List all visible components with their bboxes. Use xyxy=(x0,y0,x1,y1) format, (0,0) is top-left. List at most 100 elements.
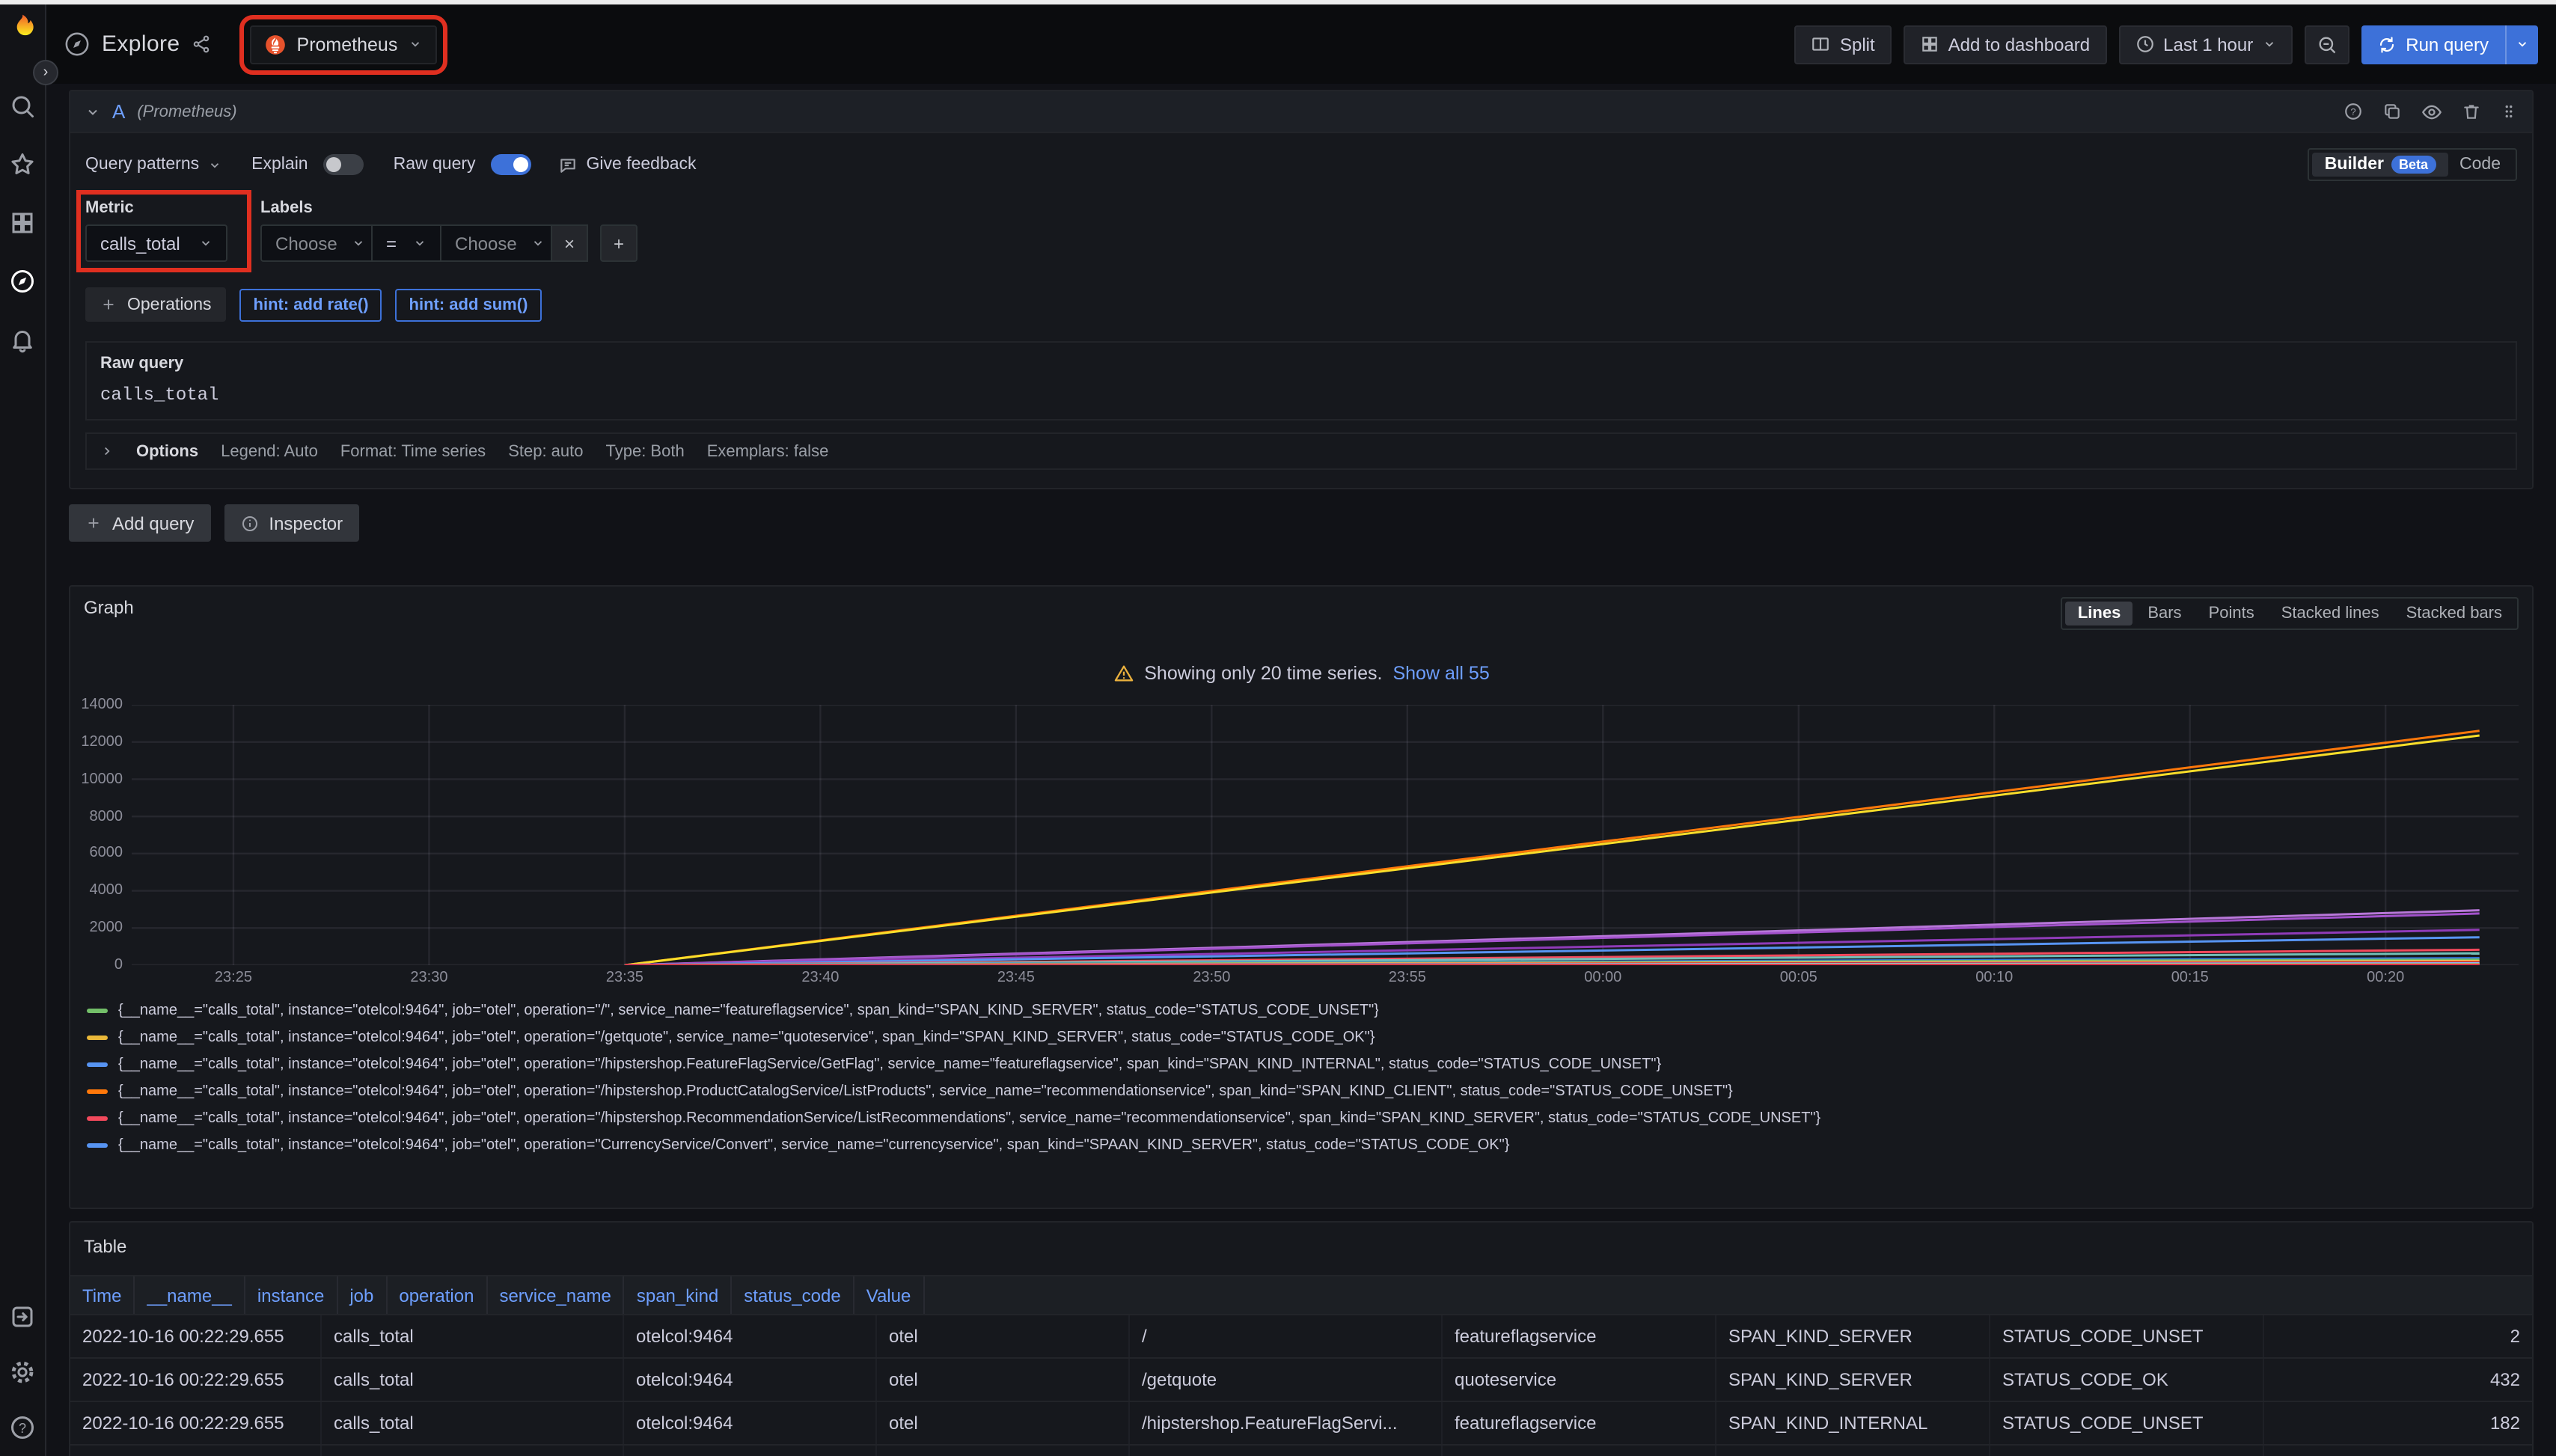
search-icon[interactable] xyxy=(9,93,36,120)
chevron-down-icon xyxy=(408,37,421,51)
datasource-picker[interactable]: Prometheus xyxy=(251,25,437,64)
table-column-header[interactable]: status_code xyxy=(732,1276,854,1314)
legend-series-marker xyxy=(87,1116,108,1120)
query-options-row[interactable]: Options Legend: Auto Format: Time series S… xyxy=(85,432,2517,470)
dashboards-icon[interactable] xyxy=(9,209,36,236)
graph-style-option[interactable]: Lines xyxy=(2066,602,2132,625)
time-range-picker[interactable]: Last 1 hour xyxy=(2118,25,2292,64)
graph-style-option[interactable]: Bars xyxy=(2135,602,2193,625)
table-column-header[interactable]: __name__ xyxy=(135,1276,245,1314)
table-column-header[interactable]: instance xyxy=(245,1276,337,1314)
label-value-select[interactable]: Choose xyxy=(440,224,551,262)
prometheus-logo-icon xyxy=(266,34,287,55)
legend-series-label: {__name__="calls_total", instance="otelc… xyxy=(118,1029,1375,1045)
hide-query-eye-icon[interactable] xyxy=(2421,101,2442,122)
time-series-chart[interactable]: 02000400060008000100001200014000 23:2523… xyxy=(84,705,2519,989)
cell-value: 182 xyxy=(2264,1402,2532,1444)
give-feedback-link[interactable]: Give feedback xyxy=(558,155,697,174)
query-ref-id[interactable]: A xyxy=(112,100,125,123)
svg-text:?: ? xyxy=(19,1421,26,1436)
table-row[interactable]: 2022-10-16 00:22:29.655 calls_total otel… xyxy=(70,1359,2532,1402)
series-limit-warning: Showing only 20 time series. Show all 55 xyxy=(84,663,2519,684)
query-help-icon[interactable]: ? xyxy=(2343,102,2363,121)
query-datasource-hint: (Prometheus) xyxy=(137,103,236,120)
cell-job: otel xyxy=(877,1446,1130,1456)
add-operation-button[interactable]: Operations xyxy=(85,287,227,322)
sign-in-icon[interactable] xyxy=(9,1303,36,1330)
graph-style-option[interactable]: Stacked bars xyxy=(2394,602,2514,625)
table-column-header[interactable]: span_kind xyxy=(625,1276,732,1314)
settings-gear-icon[interactable] xyxy=(9,1359,36,1386)
legend-item[interactable]: {__name__="calls_total", instance="otelc… xyxy=(87,997,2519,1024)
label-name-select[interactable]: Choose xyxy=(260,224,371,262)
labels-label: Labels xyxy=(260,199,638,217)
graph-style-option[interactable]: Stacked lines xyxy=(2269,602,2391,625)
graph-style-option[interactable]: Points xyxy=(2197,602,2266,625)
run-query-button-group: Run query xyxy=(2361,25,2538,64)
collapse-chevron-icon[interactable] xyxy=(85,104,100,119)
builder-code-switch: Builder Beta Code xyxy=(2308,148,2517,181)
table-column-header[interactable]: Value xyxy=(854,1276,925,1314)
add-label-filter-button[interactable]: + xyxy=(600,224,638,262)
alerting-bell-icon[interactable] xyxy=(9,326,36,353)
raw-query-toggle[interactable] xyxy=(491,154,531,175)
split-button[interactable]: Split xyxy=(1795,25,1892,64)
table-column-header[interactable]: job xyxy=(337,1276,387,1314)
chevron-down-icon xyxy=(199,236,213,250)
share-icon[interactable] xyxy=(192,34,212,54)
comment-icon xyxy=(558,155,578,174)
code-tab[interactable]: Code xyxy=(2448,153,2513,177)
duplicate-query-icon[interactable] xyxy=(2382,102,2402,121)
explain-label: Explain xyxy=(251,156,308,174)
cell-name: calls_total xyxy=(322,1315,624,1357)
table-column-header[interactable]: operation xyxy=(387,1276,487,1314)
expand-sidebar-button[interactable]: › xyxy=(33,60,58,85)
run-query-button[interactable]: Run query xyxy=(2361,25,2505,64)
clock-icon xyxy=(2135,34,2154,54)
zoom-out-button[interactable] xyxy=(2304,25,2349,64)
run-query-caret-button[interactable] xyxy=(2505,25,2538,64)
legend-series-label: {__name__="calls_total", instance="otelc… xyxy=(118,1137,1509,1153)
cell-instance: otelcol:9464 xyxy=(624,1359,877,1401)
remove-label-filter-button[interactable]: × xyxy=(551,224,588,262)
query-patterns-button[interactable]: Query patterns xyxy=(85,156,221,174)
add-to-dashboard-button[interactable]: Add to dashboard xyxy=(1904,25,2107,64)
option-summary-item: Format: Time series xyxy=(340,442,486,460)
legend-item[interactable]: {__name__="calls_total", instance="otelc… xyxy=(87,1131,2519,1158)
legend-item[interactable]: {__name__="calls_total", instance="otelc… xyxy=(87,1104,2519,1131)
explore-compass-icon[interactable] xyxy=(9,268,36,295)
search-minus-icon xyxy=(2316,34,2337,55)
drag-handle-icon[interactable] xyxy=(2501,102,2517,121)
plot-area[interactable] xyxy=(132,705,2519,965)
table-column-header[interactable]: service_name xyxy=(487,1276,624,1314)
legend-item[interactable]: {__name__="calls_total", instance="otelc… xyxy=(87,1024,2519,1050)
options-label: Options xyxy=(136,442,198,460)
help-icon[interactable]: ? xyxy=(9,1414,36,1441)
table-row[interactable]: 2022-10-16 00:22:29.655 calls_total otel… xyxy=(70,1402,2532,1446)
legend-item[interactable]: {__name__="calls_total", instance="otelc… xyxy=(87,1050,2519,1077)
builder-tab[interactable]: Builder Beta xyxy=(2313,153,2448,177)
cell-time: 2022-10-16 00:22:29.655 xyxy=(70,1446,322,1456)
metric-select[interactable]: calls_total xyxy=(85,224,227,262)
grafana-logo[interactable] xyxy=(6,12,39,45)
add-query-button[interactable]: Add query xyxy=(69,504,210,542)
cell-operation: /hipstershop.ProductCatalogS... xyxy=(1130,1446,1443,1456)
table-column-header[interactable]: Time xyxy=(70,1276,135,1314)
option-summary-item: Legend: Auto xyxy=(221,442,318,460)
inspector-button[interactable]: Inspector xyxy=(224,504,359,542)
query-hint-button[interactable]: hint: add sum() xyxy=(396,288,542,321)
cell-operation: /getquote xyxy=(1130,1359,1443,1401)
query-hint-button[interactable]: hint: add rate() xyxy=(240,288,382,321)
option-summary-item: Step: auto xyxy=(508,442,583,460)
legend-item[interactable]: {__name__="calls_total", instance="otelc… xyxy=(87,1077,2519,1104)
label-operator-select[interactable]: = xyxy=(371,224,440,262)
star-icon[interactable] xyxy=(9,151,36,178)
table-row[interactable]: 2022-10-16 00:22:29.655 calls_total otel… xyxy=(70,1315,2532,1359)
explain-toggle[interactable] xyxy=(323,154,364,175)
split-columns-icon xyxy=(1811,34,1831,54)
cell-job: otel xyxy=(877,1359,1130,1401)
table-row[interactable]: 2022-10-16 00:22:29.655 calls_total otel… xyxy=(70,1446,2532,1456)
delete-query-trash-icon[interactable] xyxy=(2462,102,2481,121)
chevron-right-icon xyxy=(100,444,114,458)
show-all-series-link[interactable]: Show all 55 xyxy=(1392,663,1489,684)
